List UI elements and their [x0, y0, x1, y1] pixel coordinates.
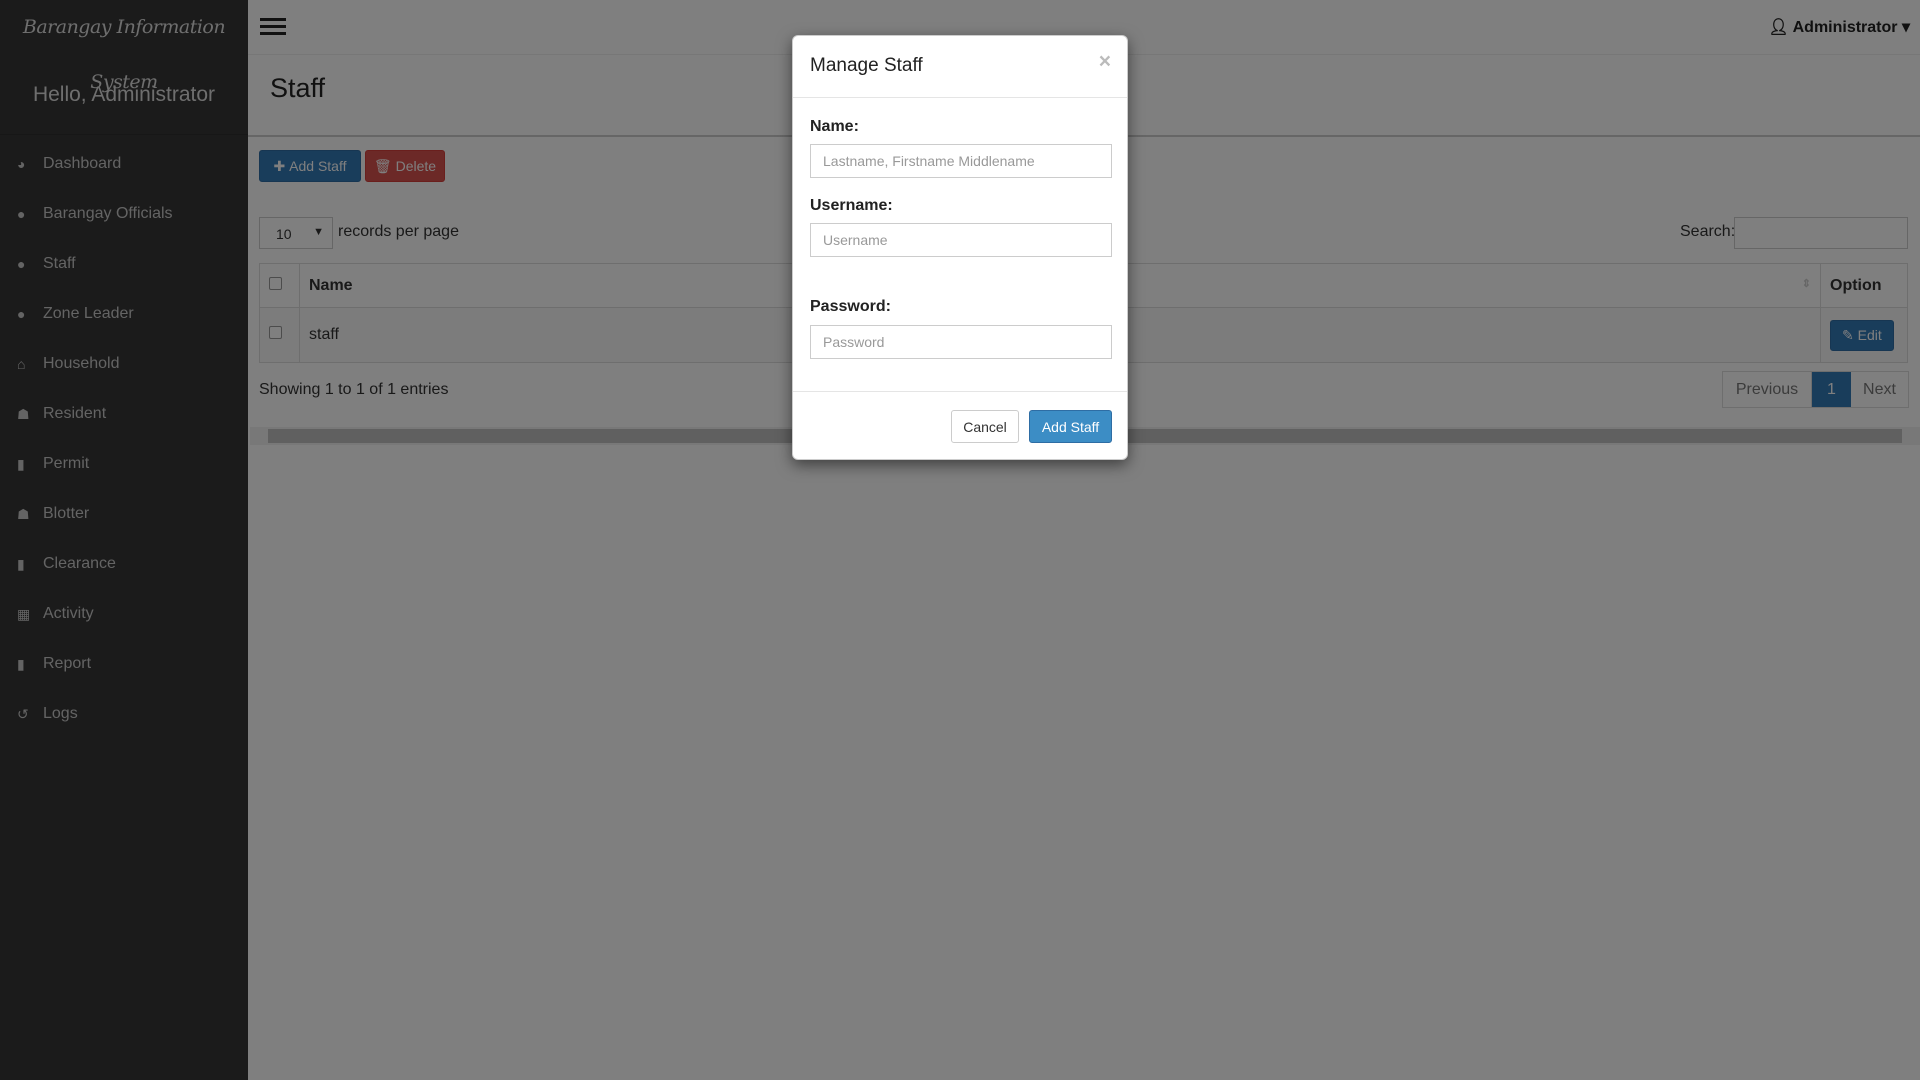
name-label: Name: [810, 118, 859, 135]
password-label: Password: [810, 298, 891, 315]
manage-staff-modal: Manage Staff× Name: Username: Password: … [792, 35, 1128, 460]
cancel-button[interactable]: Cancel [951, 410, 1019, 443]
modal-footer [793, 391, 1127, 392]
modal-title: Manage Staff [810, 55, 923, 76]
password-input[interactable] [810, 325, 1112, 359]
username-label: Username: [810, 197, 893, 214]
submit-add-staff-button[interactable]: Add Staff [1029, 410, 1112, 443]
name-input[interactable] [810, 144, 1112, 178]
close-icon[interactable]: × [1099, 50, 1111, 74]
username-input[interactable] [810, 223, 1112, 257]
